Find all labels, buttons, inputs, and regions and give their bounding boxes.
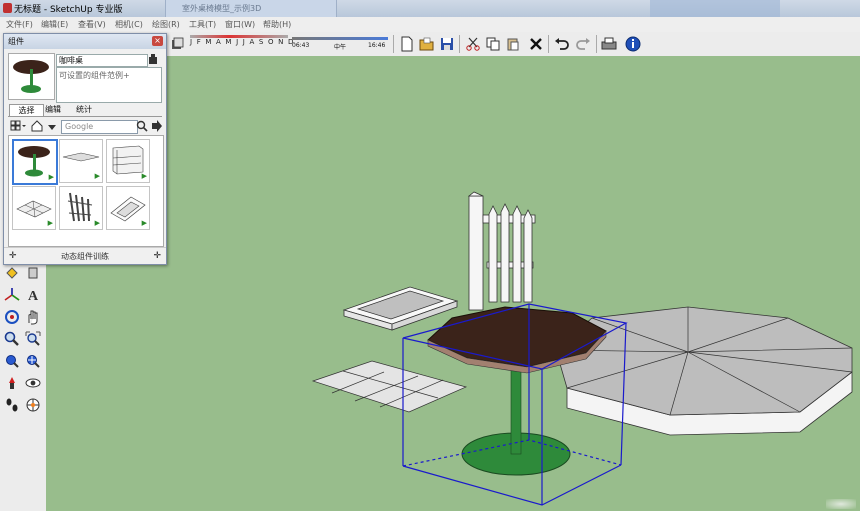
copy-icon[interactable] — [484, 35, 502, 53]
thumbnail-shelf[interactable]: ▶ — [106, 139, 150, 183]
tab-divider — [8, 116, 162, 117]
erase-icon[interactable] — [527, 35, 545, 53]
frame-object[interactable] — [342, 286, 459, 331]
zoom-extents-icon[interactable] — [24, 352, 42, 370]
thumbnail-coffee-table[interactable]: ▶ — [12, 139, 58, 185]
menu-draw[interactable]: 绘图(R) — [152, 19, 180, 30]
tab-select-label: 选择 — [18, 106, 35, 115]
second-window-title: 室外桌椅模型_示例3D — [182, 4, 262, 13]
cut-icon[interactable] — [464, 35, 482, 53]
menu-view[interactable]: 查看(V) — [78, 19, 106, 30]
components-panel: 组件 × 咖啡桌 可设置的组件范例+ 选择 编辑 统计 Google ▶ ▶ ▶… — [3, 33, 167, 265]
dynamic-component-icon: ▶ — [94, 172, 100, 180]
collapse-icon[interactable]: ✛ — [153, 251, 161, 261]
walk-icon[interactable] — [3, 396, 21, 414]
position-camera-icon[interactable] — [3, 374, 21, 392]
watermark — [826, 499, 856, 509]
undo-icon[interactable] — [553, 35, 571, 53]
search-input[interactable]: Google — [61, 120, 138, 134]
print-icon[interactable] — [600, 35, 618, 53]
shadow-settings-icon[interactable] — [168, 35, 186, 53]
time-noon: 中午 — [334, 44, 347, 51]
toolbar-separator — [459, 35, 460, 53]
time-start: 06:43 — [292, 42, 310, 49]
tape-icon[interactable] — [24, 264, 42, 282]
component-description[interactable]: 可设置的组件范例+ — [56, 67, 162, 103]
new-icon[interactable] — [398, 35, 416, 53]
menu-camera[interactable]: 相机(C) — [115, 19, 143, 30]
title-bar: 无标题 - SketchUp 专业版 室外桌椅模型_示例3D — [0, 0, 860, 17]
toolbar-separator — [393, 35, 394, 53]
panel-title: 组件 — [8, 37, 24, 46]
search-icon[interactable] — [136, 120, 148, 132]
orbit-icon[interactable] — [3, 308, 21, 326]
tab-select[interactable]: 选择 — [9, 104, 44, 116]
paint-icon[interactable] — [3, 264, 21, 282]
tab-edit[interactable]: 编辑 — [45, 104, 61, 115]
text-icon[interactable]: A — [24, 286, 42, 304]
tab-edit-label: 编辑 — [45, 105, 61, 114]
navigate-forward-icon[interactable] — [150, 120, 162, 132]
menu-tools[interactable]: 工具(T) — [189, 19, 216, 30]
prev-view-icon[interactable] — [3, 352, 21, 370]
month-slider[interactable] — [190, 35, 288, 38]
axes-icon[interactable] — [3, 286, 21, 304]
pan-icon[interactable] — [24, 308, 42, 326]
second-window-tab[interactable]: 室外桌椅模型_示例3D — [165, 0, 337, 17]
home-icon[interactable] — [31, 120, 43, 132]
octagon-slab[interactable] — [555, 306, 853, 436]
open-icon[interactable] — [418, 35, 436, 53]
toolbar-separator — [548, 35, 549, 53]
time-end: 16:46 — [368, 42, 386, 49]
component-name-field[interactable]: 咖啡桌 — [56, 54, 148, 67]
dynamic-component-icon: ▶ — [47, 219, 53, 227]
blurred-title-area — [650, 0, 780, 17]
zoom-icon[interactable] — [3, 330, 21, 348]
time-slider[interactable]: 06:43 中午 16:46 — [292, 37, 388, 51]
tab-statistics-label: 统计 — [76, 105, 92, 114]
window-title: 无标题 - SketchUp 专业版 — [14, 5, 123, 15]
redo-icon[interactable] — [574, 35, 592, 53]
menu-file[interactable]: 文件(F) — [6, 19, 33, 30]
tab-statistics[interactable]: 统计 — [76, 104, 92, 115]
thumbnail-pavers[interactable]: ▶ — [12, 186, 56, 230]
thumbnail-fence[interactable]: ▶ — [59, 186, 103, 230]
paste-icon[interactable] — [504, 35, 522, 53]
menu-window[interactable]: 窗口(W) — [225, 19, 255, 30]
paver-tiles[interactable] — [311, 360, 468, 413]
thumbnail-slab[interactable]: ▶ — [59, 139, 103, 183]
section-icon[interactable] — [24, 396, 42, 414]
model-viewport[interactable] — [46, 56, 860, 511]
model-info-icon[interactable] — [624, 35, 642, 53]
footer-label[interactable]: 动态组件训练 — [4, 251, 166, 262]
svg-text:A: A — [28, 289, 39, 303]
save-icon[interactable] — [438, 35, 456, 53]
menu-bar: 文件(F) 编辑(E) 查看(V) 相机(C) 绘图(R) 工具(T) 窗口(W… — [0, 17, 860, 33]
expand-icon[interactable]: ✛ — [9, 251, 17, 261]
panel-footer: 动态组件训练 ✛ ✛ — [4, 247, 166, 264]
dynamic-component-icon: ▶ — [48, 173, 54, 181]
close-icon[interactable]: × — [152, 36, 163, 46]
menu-help[interactable]: 帮助(H) — [263, 19, 291, 30]
dynamic-component-icon: ▶ — [94, 219, 100, 227]
zoom-window-icon[interactable] — [24, 330, 42, 348]
thumbnail-frame[interactable]: ▶ — [106, 186, 150, 230]
dynamic-component-icon: ▶ — [141, 219, 147, 227]
shadow-month-labels: J F M A M J J A S O N D — [190, 38, 295, 46]
toolbar-separator — [596, 35, 597, 53]
fence-gate[interactable] — [467, 191, 536, 311]
menu-edit[interactable]: 编辑(E) — [41, 19, 68, 30]
component-preview — [8, 53, 55, 100]
dynamic-component-icon: ▶ — [141, 172, 147, 180]
view-options-icon[interactable] — [10, 120, 26, 132]
detail-icon[interactable] — [148, 54, 158, 65]
chevron-down-icon[interactable] — [47, 122, 57, 132]
look-around-icon[interactable] — [24, 374, 42, 392]
sketchup-logo-icon — [3, 3, 12, 13]
panel-header: 组件 × — [4, 34, 166, 49]
scene-canvas[interactable] — [46, 56, 860, 511]
thumbnail-grid: ▶ ▶ ▶ ▶ ▶ ▶ — [8, 135, 164, 247]
